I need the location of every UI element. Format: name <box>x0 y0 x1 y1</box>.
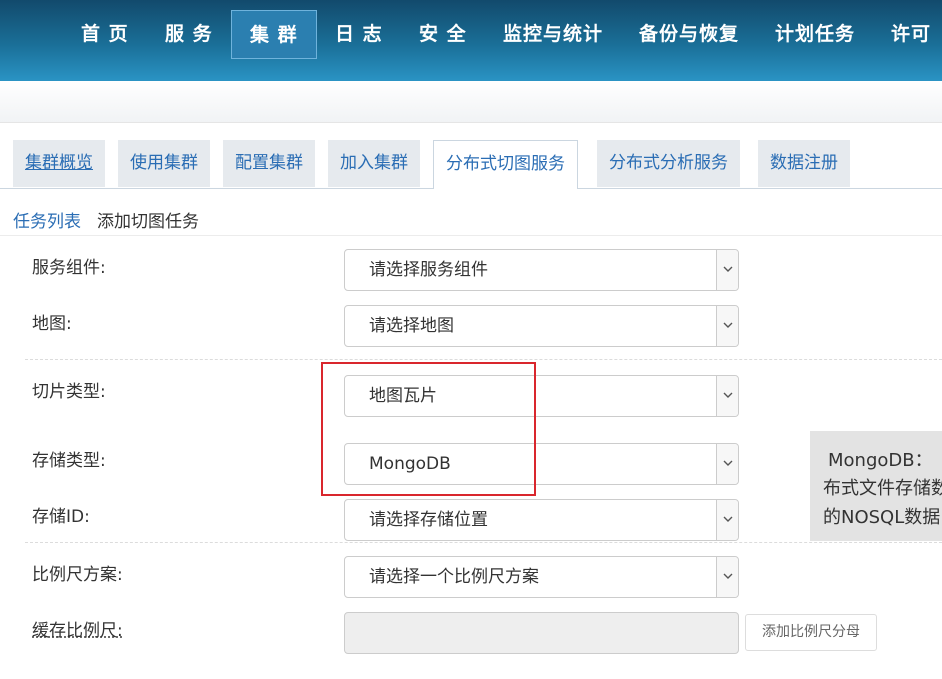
tooltip-line-2: 布式文件存储数 <box>823 478 942 499</box>
tab-configure-cluster[interactable]: 配置集群 <box>223 140 315 187</box>
tab-distributed-analysis[interactable]: 分布式分析服务 <box>597 140 740 187</box>
storage-type-tooltip: MongoDB： 布式文件存储数 的NOSQL数据 <box>810 431 942 541</box>
chevron-down-icon <box>716 500 738 540</box>
tile-type-value: 地图瓦片 <box>369 386 437 406</box>
nav-backup-restore[interactable]: 备份与恢复 <box>639 10 739 59</box>
chevron-down-icon <box>716 557 738 597</box>
service-component-select[interactable]: 请选择服务组件 <box>344 249 739 291</box>
tooltip-line-3: 的NOSQL数据 <box>823 507 941 528</box>
tab-join-cluster[interactable]: 加入集群 <box>328 140 420 187</box>
storage-id-select[interactable]: 请选择存储位置 <box>344 499 739 541</box>
tab-cluster-overview[interactable]: 集群概览 <box>13 140 105 187</box>
tab-data-registration[interactable]: 数据注册 <box>758 140 850 187</box>
storage-id-value: 请选择存储位置 <box>369 510 488 530</box>
nav-license[interactable]: 许可 <box>891 10 931 59</box>
label-storage-type: 存储类型: <box>32 451 106 471</box>
nav-monitoring[interactable]: 监控与统计 <box>503 10 603 59</box>
nav-services[interactable]: 服 务 <box>165 10 213 59</box>
sub-header-strip <box>0 81 942 123</box>
divider <box>0 235 942 236</box>
row-divider <box>25 542 942 543</box>
storage-type-value: MongoDB <box>369 454 451 474</box>
row-divider <box>25 359 942 360</box>
nav-logs[interactable]: 日 志 <box>335 10 383 59</box>
cache-scale-input <box>344 612 739 654</box>
label-tile-type: 切片类型: <box>32 382 106 402</box>
tab-distributed-tiling[interactable]: 分布式切图服务 <box>433 140 578 189</box>
chevron-down-icon <box>716 376 738 416</box>
nav-cluster[interactable]: 集 群 <box>231 10 317 59</box>
label-storage-id: 存储ID: <box>32 507 90 527</box>
tab-use-cluster[interactable]: 使用集群 <box>118 140 210 187</box>
map-value: 请选择地图 <box>369 316 454 336</box>
breadcrumb-task-list[interactable]: 任务列表 <box>13 207 81 232</box>
label-service-component: 服务组件: <box>32 258 106 278</box>
label-scale-scheme: 比例尺方案: <box>32 565 123 585</box>
breadcrumb-add-tiling-task: 添加切图任务 <box>97 212 199 232</box>
label-map: 地图: <box>32 314 72 334</box>
scale-scheme-value: 请选择一个比例尺方案 <box>369 567 539 587</box>
nav-scheduled-tasks[interactable]: 计划任务 <box>775 10 855 59</box>
tooltip-line-1: MongoDB： <box>828 450 933 471</box>
chevron-down-icon <box>716 306 738 346</box>
chevron-down-icon <box>716 444 738 484</box>
storage-type-select[interactable]: MongoDB <box>344 443 739 485</box>
nav-security[interactable]: 安 全 <box>419 10 467 59</box>
service-component-value: 请选择服务组件 <box>369 260 488 280</box>
map-select[interactable]: 请选择地图 <box>344 305 739 347</box>
label-cache-scale: 缓存比例尺: <box>32 621 123 641</box>
chevron-down-icon <box>716 250 738 290</box>
top-nav-bar: 首 页 服 务 集 群 日 志 安 全 监控与统计 备份与恢复 计划任务 许可 <box>0 0 942 81</box>
add-scale-denominator-button[interactable]: 添加比例尺分母 <box>745 614 877 651</box>
scale-scheme-select[interactable]: 请选择一个比例尺方案 <box>344 556 739 598</box>
nav-home[interactable]: 首 页 <box>81 10 129 59</box>
tile-type-select[interactable]: 地图瓦片 <box>344 375 739 417</box>
